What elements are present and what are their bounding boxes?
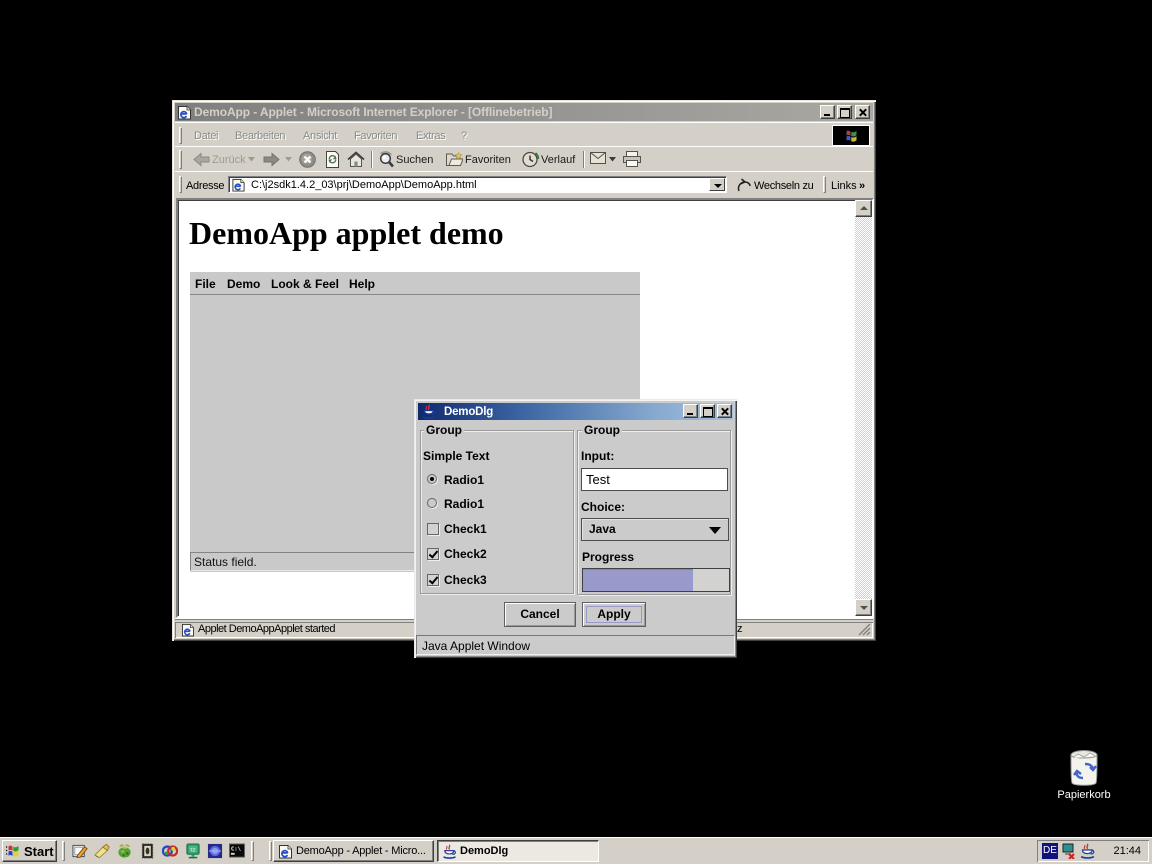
svg-text:TZ: TZ — [190, 847, 196, 852]
svg-text:C:\: C:\ — [231, 847, 242, 853]
